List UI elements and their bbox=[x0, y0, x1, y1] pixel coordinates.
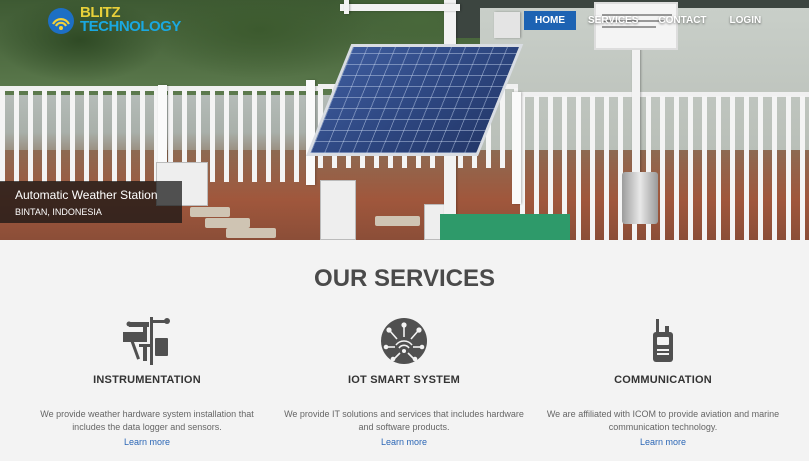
service-title-communication: COMMUNICATION bbox=[614, 374, 712, 386]
brand-logo[interactable]: BLITZ TECHNOLOGY bbox=[46, 5, 181, 39]
learn-more-link-communication[interactable]: Learn more bbox=[533, 437, 793, 447]
brand-wifi-icon bbox=[48, 8, 74, 34]
rain-gauge bbox=[622, 172, 658, 224]
nav-item-home[interactable]: HOME bbox=[524, 11, 576, 30]
nav-item-services[interactable]: SERVICES bbox=[576, 11, 649, 30]
walkie-talkie-icon bbox=[653, 319, 673, 362]
radiation-shield bbox=[494, 12, 520, 38]
service-desc-iot: We provide IT solutions and services tha… bbox=[284, 409, 524, 432]
stepping-stone bbox=[205, 218, 250, 228]
service-desc-instrumentation: We provide weather hardware system insta… bbox=[40, 409, 254, 432]
green-enclosure bbox=[440, 214, 570, 240]
learn-more-link-instrumentation[interactable]: Learn more bbox=[17, 437, 277, 447]
sign-pole bbox=[632, 48, 640, 178]
stepping-stone bbox=[226, 228, 276, 238]
service-title-iot: IOT SMART SYSTEM bbox=[348, 374, 460, 386]
stepping-stone bbox=[190, 207, 230, 217]
hero-caption-title: Automatic Weather Station bbox=[15, 188, 158, 202]
weather-station-icon bbox=[123, 317, 170, 365]
station-arm bbox=[340, 4, 460, 11]
brand-name-line2: TECHNOLOGY bbox=[80, 18, 181, 35]
iot-network-icon bbox=[381, 318, 427, 364]
service-desc-communication: We are affiliated with ICOM to provide a… bbox=[546, 409, 780, 432]
station-arm-tip bbox=[344, 0, 349, 14]
services-heading: OUR SERVICES bbox=[314, 265, 495, 292]
nav-item-contact[interactable]: CONTACT bbox=[649, 11, 717, 30]
learn-more-link-iot[interactable]: Learn more bbox=[274, 437, 534, 447]
hero-caption: Automatic Weather Station BINTAN, INDONE… bbox=[0, 181, 182, 223]
service-title-instrumentation: INSTRUMENTATION bbox=[93, 374, 201, 386]
hero-caption-location: BINTAN, INDONESIA bbox=[15, 207, 102, 217]
nav-item-login[interactable]: LOGIN bbox=[718, 11, 773, 30]
logger-box bbox=[320, 180, 356, 240]
fence-post bbox=[306, 80, 315, 185]
main-nav: HOME SERVICES CONTACT LOGIN bbox=[524, 11, 772, 30]
stepping-stone bbox=[375, 216, 420, 226]
fence-post bbox=[512, 92, 521, 204]
